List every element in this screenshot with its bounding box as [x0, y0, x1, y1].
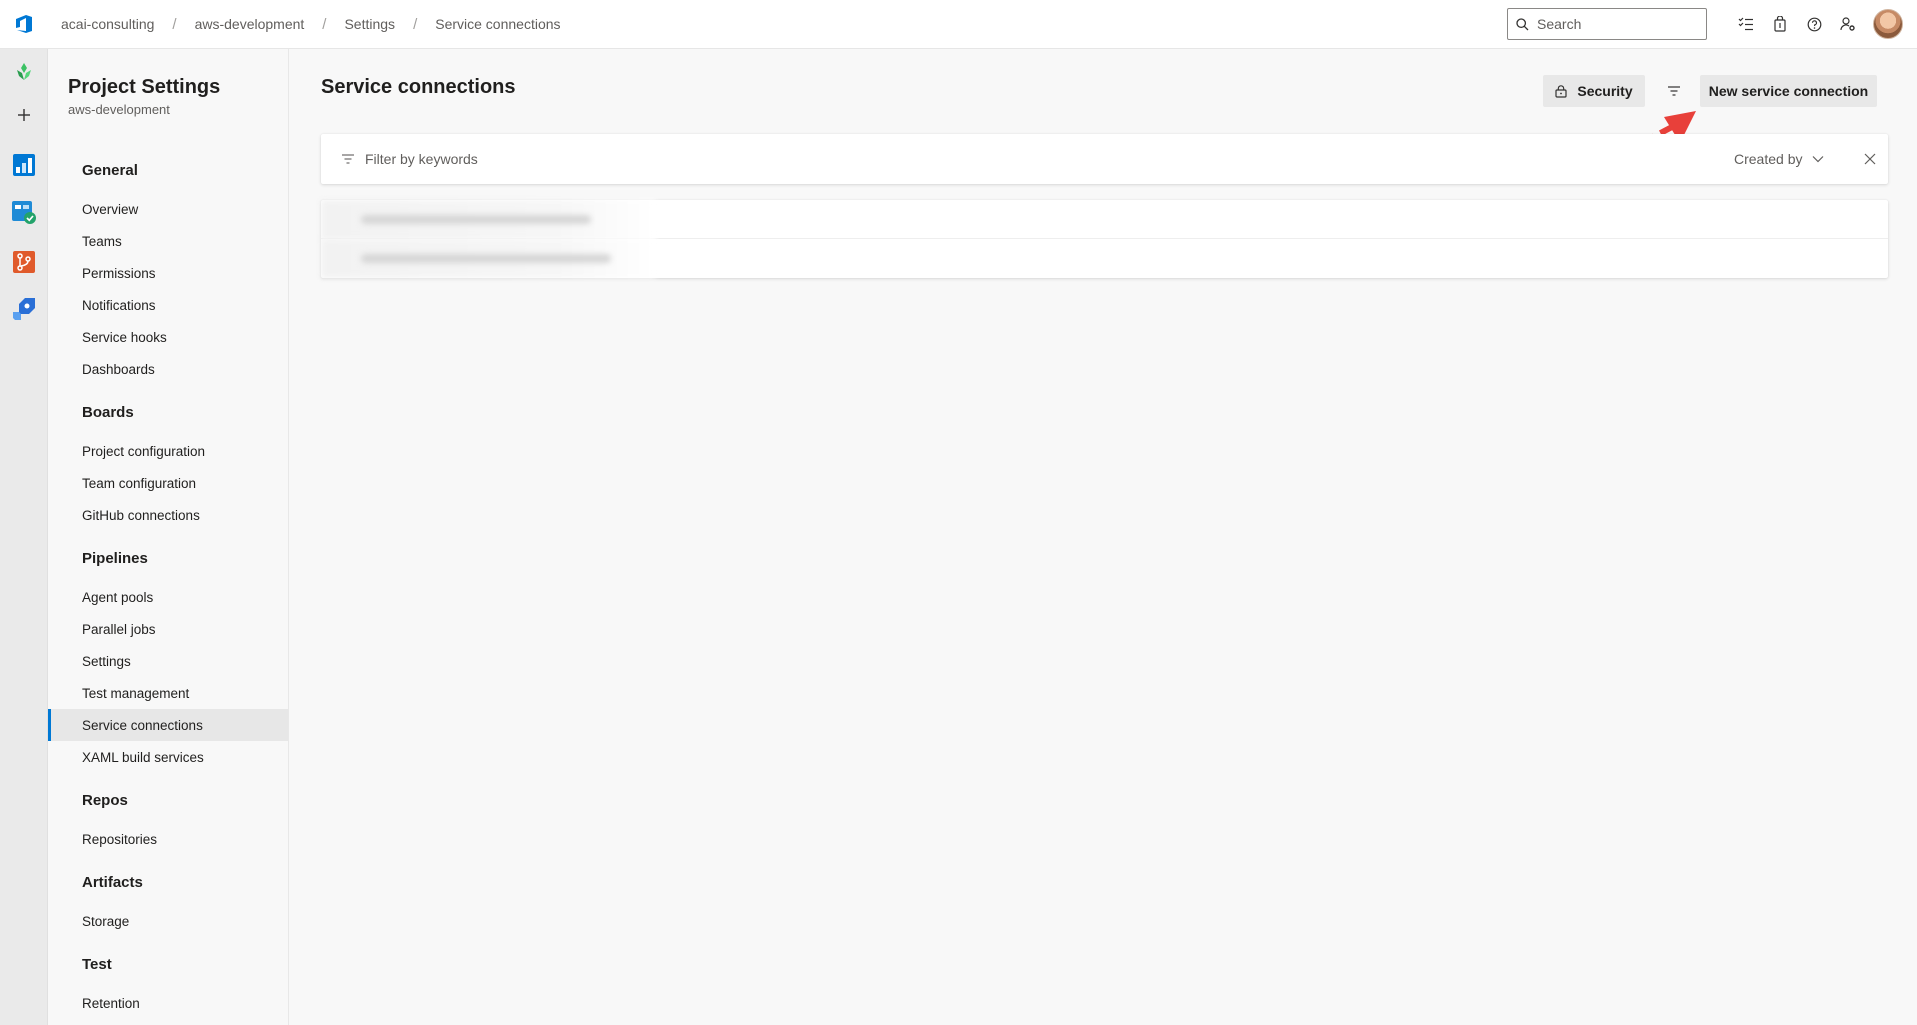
clear-filter-button[interactable]	[1854, 143, 1886, 175]
list-item[interactable]	[321, 239, 1888, 278]
nav-group-general: General	[82, 162, 138, 179]
azure-devops-logo-icon[interactable]	[0, 0, 48, 48]
nav-title: Project Settings	[68, 76, 221, 98]
breadcrumb-settings[interactable]: Settings	[342, 16, 397, 32]
pipelines-icon[interactable]	[0, 289, 48, 329]
nav-item-retention[interactable]: Retention	[48, 987, 288, 1019]
filter-icon	[1668, 86, 1680, 96]
filter-icon	[341, 153, 355, 165]
breadcrumb-separator: /	[322, 15, 327, 33]
nav-item-notifications[interactable]: Notifications	[48, 289, 288, 321]
nav-item-overview[interactable]: Overview	[48, 193, 288, 225]
nav-item-dashboards[interactable]: Dashboards	[48, 353, 288, 385]
test-plans-icon[interactable]	[0, 192, 48, 232]
breadcrumb-separator: /	[172, 15, 177, 33]
filter-toggle-button[interactable]	[1658, 75, 1690, 107]
service-connections-list	[321, 200, 1888, 278]
breadcrumb-project[interactable]: aws-development	[193, 16, 307, 32]
nav-item-teams[interactable]: Teams	[48, 225, 288, 257]
breadcrumb-separator: /	[413, 15, 418, 33]
search-box[interactable]	[1507, 8, 1707, 40]
nav-group-test: Test	[82, 956, 112, 973]
nav-item-service-connections[interactable]: Service connections	[48, 709, 288, 741]
breadcrumb-org[interactable]: acai-consulting	[59, 16, 156, 32]
nav-item-project-configuration[interactable]: Project configuration	[48, 435, 288, 467]
new-service-connection-button[interactable]: New service connection	[1700, 75, 1877, 107]
security-button-label: Security	[1577, 83, 1633, 99]
nav-subtitle: aws-development	[68, 102, 170, 117]
created-by-dropdown[interactable]: Created by	[1734, 134, 1824, 184]
nav-item-storage[interactable]: Storage	[48, 905, 288, 937]
nav-item-service-hooks[interactable]: Service hooks	[48, 321, 288, 353]
nav-group-repos: Repos	[82, 792, 128, 809]
nav-item-team-configuration[interactable]: Team configuration	[48, 467, 288, 499]
add-icon[interactable]	[0, 95, 48, 135]
user-settings-icon[interactable]	[1831, 7, 1865, 41]
nav-item-test-management[interactable]: Test management	[48, 677, 288, 709]
nav-item-xaml-build-services[interactable]: XAML build services	[48, 741, 288, 773]
boards-icon[interactable]	[0, 145, 48, 185]
work-items-checklist-icon[interactable]	[1729, 7, 1763, 41]
chevron-down-icon	[1812, 155, 1824, 163]
settings-nav: Project Settings aws-development General…	[48, 49, 289, 1025]
search-input[interactable]	[1537, 16, 1697, 32]
page-title: Service connections	[321, 76, 516, 98]
avatar[interactable]	[1873, 9, 1903, 39]
nav-group-pipelines: Pipelines	[82, 550, 148, 567]
nav-group-boards: Boards	[82, 404, 134, 421]
nav-group-artifacts: Artifacts	[82, 874, 143, 891]
created-by-label: Created by	[1734, 151, 1803, 167]
filter-bar: Created by	[321, 134, 1888, 184]
breadcrumb-current[interactable]: Service connections	[433, 16, 562, 32]
topbar-actions	[1507, 0, 1917, 48]
security-button[interactable]: Security	[1543, 75, 1645, 107]
app-rail	[0, 49, 48, 1025]
nav-item-settings[interactable]: Settings	[48, 645, 288, 677]
nav-item-permissions[interactable]: Permissions	[48, 257, 288, 289]
filter-keywords-input[interactable]	[365, 151, 1165, 167]
nav-item-repositories[interactable]: Repositories	[48, 823, 288, 855]
help-icon[interactable]	[1797, 7, 1831, 41]
breadcrumb: acai-consulting / aws-development / Sett…	[59, 16, 563, 33]
nav-item-agent-pools[interactable]: Agent pools	[48, 581, 288, 613]
blurred-text	[361, 215, 591, 224]
nav-item-github-connections[interactable]: GitHub connections	[48, 499, 288, 531]
search-icon	[1516, 17, 1529, 30]
nav-item-parallel-jobs[interactable]: Parallel jobs	[48, 613, 288, 645]
marketplace-bag-icon[interactable]	[1763, 7, 1797, 41]
close-icon	[1864, 153, 1876, 165]
lock-icon	[1555, 84, 1567, 98]
top-bar: acai-consulting / aws-development / Sett…	[0, 0, 1917, 49]
repos-icon[interactable]	[0, 242, 48, 282]
project-overview-icon[interactable]	[0, 52, 48, 92]
blurred-text	[361, 254, 611, 263]
list-item[interactable]	[321, 200, 1888, 239]
